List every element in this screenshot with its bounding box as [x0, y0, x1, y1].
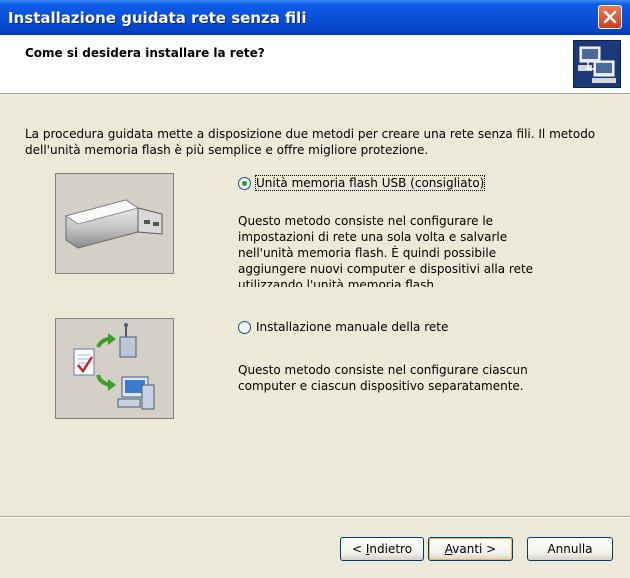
back-button-prefix: <: [351, 542, 366, 556]
usb-flash-description: Questo metodo consiste nel configurare l…: [238, 214, 534, 287]
usb-flash-radio[interactable]: [238, 177, 251, 190]
manual-network-setup-icon: [55, 318, 174, 419]
title-bar[interactable]: Installazione guidata rete senza fili: [0, 0, 630, 35]
close-icon: [603, 10, 617, 24]
page-title: Come si desidera installare la rete?: [25, 46, 265, 60]
footer-separator: [0, 516, 630, 518]
manual-setup-description: Questo metodo consiste nel configurare c…: [238, 363, 528, 393]
network-computers-icon: [573, 40, 621, 88]
close-button[interactable]: [598, 5, 622, 29]
usb-flash-drive-icon: [55, 173, 174, 274]
wizard-header: Come si desidera installare la rete?: [0, 35, 630, 94]
radio-selected-dot: [242, 181, 247, 186]
manual-setup-radio[interactable]: [238, 321, 251, 334]
window-title: Installazione guidata rete senza fili: [8, 9, 307, 27]
next-button-label: vanti >: [452, 542, 497, 556]
usb-flash-option-label[interactable]: Unità memoria flash USB (consigliato): [254, 175, 486, 191]
back-button-label: ndietro: [369, 542, 413, 556]
cancel-button[interactable]: Annulla: [527, 537, 613, 561]
wizard-window: Installazione guidata rete senza fili Co…: [0, 0, 630, 578]
next-button[interactable]: Avanti >: [428, 537, 513, 561]
manual-setup-option-label[interactable]: Installazione manuale della rete: [256, 320, 448, 334]
intro-text: La procedura guidata mette a disposizion…: [25, 127, 596, 157]
back-button[interactable]: < Indietro: [340, 537, 424, 561]
